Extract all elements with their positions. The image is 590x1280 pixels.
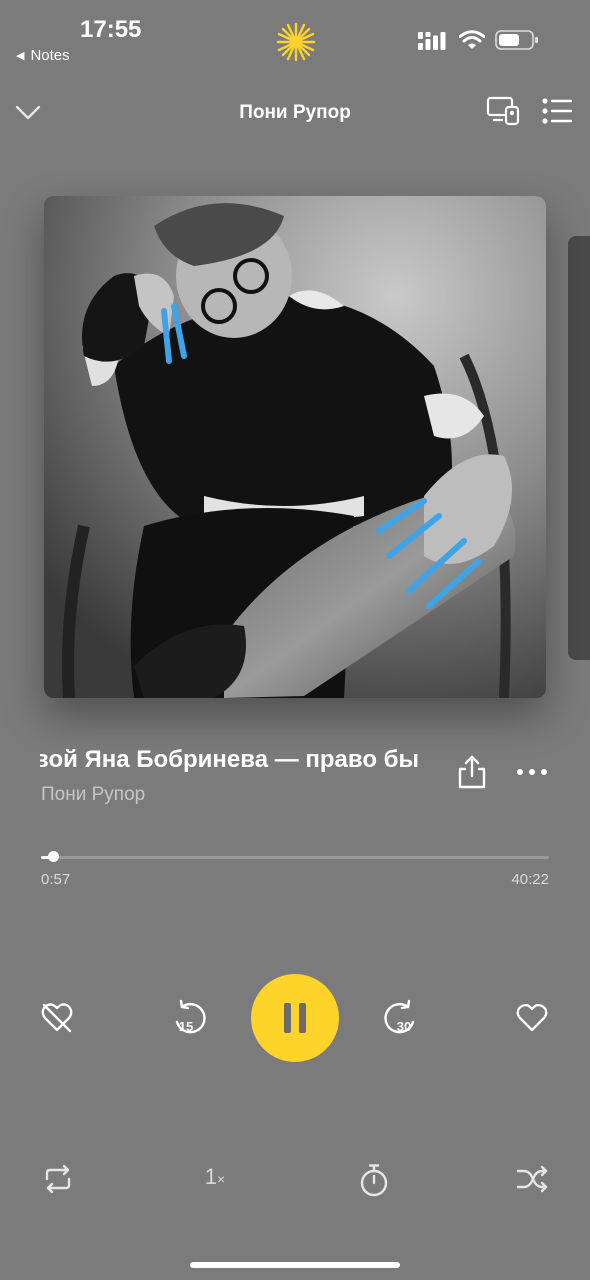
- home-indicator[interactable]: [190, 1262, 400, 1268]
- repeat-icon[interactable]: [42, 1163, 74, 1195]
- queue-list-icon[interactable]: [542, 98, 572, 124]
- progress-thumb[interactable]: [48, 851, 59, 862]
- back-to-app-link[interactable]: ◀ Notes: [16, 47, 70, 64]
- time-total: 40:22: [511, 871, 549, 888]
- timer-icon[interactable]: [359, 1163, 389, 1197]
- track-title-marquee: вой Яна Бобринева — право бы: [40, 744, 440, 778]
- forward-button[interactable]: 30: [380, 998, 420, 1038]
- rewind-seconds: 15: [179, 1019, 193, 1034]
- pause-button[interactable]: [251, 974, 339, 1062]
- pause-icon: [284, 1003, 306, 1033]
- forward-30-icon: 30: [384, 999, 415, 1034]
- track-title: вой Яна Бобринева — право бы: [40, 746, 419, 773]
- dislike-icon[interactable]: [40, 1001, 74, 1035]
- album-cover[interactable]: [44, 196, 546, 698]
- time-elapsed: 0:57: [41, 871, 71, 888]
- cover-photo: [44, 196, 546, 698]
- chevron-down-icon[interactable]: [14, 98, 42, 126]
- progress-track[interactable]: [41, 856, 549, 859]
- header-title: Пони Рупор: [239, 102, 351, 123]
- cast-device-icon[interactable]: [486, 96, 520, 126]
- track-artist[interactable]: Пони Рупор: [41, 784, 145, 806]
- share-icon[interactable]: [456, 754, 488, 790]
- shuffle-icon[interactable]: [516, 1164, 548, 1194]
- next-cover-peek[interactable]: [568, 236, 590, 660]
- cellular-signal-icon: [418, 32, 446, 50]
- speed-value: 1: [204, 1164, 218, 1189]
- back-triangle-icon: ◀: [16, 50, 25, 62]
- heart-icon[interactable]: [516, 1003, 548, 1033]
- wifi-icon: [459, 30, 485, 49]
- status-time: 17:55: [80, 16, 142, 43]
- back-app-label: Notes: [30, 47, 70, 64]
- rewind-button[interactable]: 15: [170, 998, 210, 1038]
- sun-icon: [276, 22, 316, 62]
- rewind-15-icon: 15: [175, 999, 206, 1034]
- speed-unit: ×: [217, 1171, 226, 1187]
- more-dots-icon[interactable]: [516, 762, 548, 782]
- speed-button[interactable]: 1 ×: [200, 1164, 230, 1194]
- battery-icon: [495, 30, 538, 50]
- forward-seconds: 30: [397, 1019, 411, 1034]
